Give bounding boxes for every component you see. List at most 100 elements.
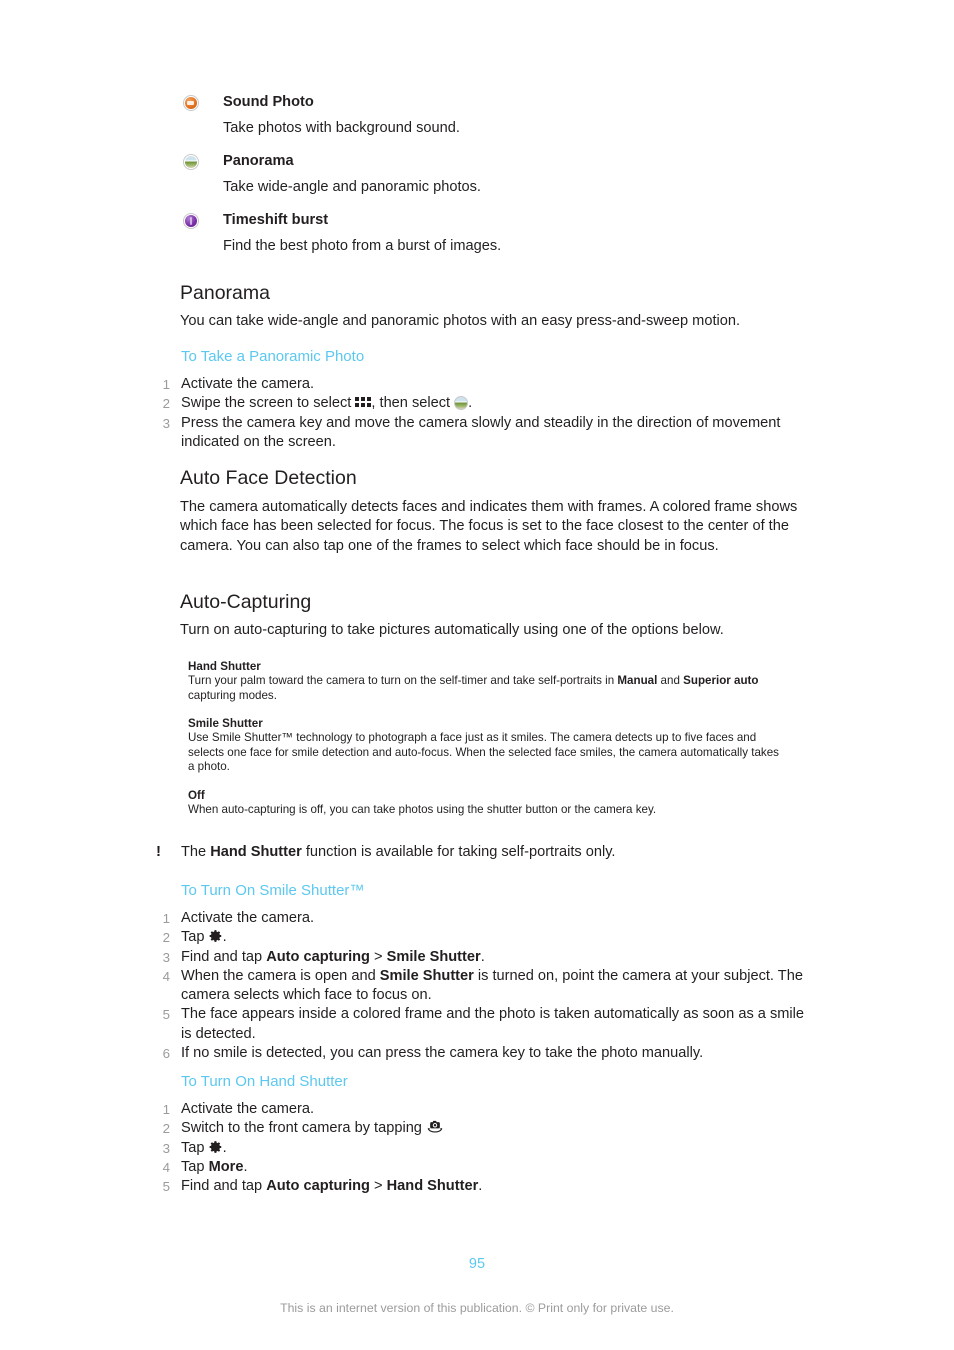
option-title: Hand Shutter (188, 660, 261, 673)
mode-title: Sound Photo (223, 94, 314, 110)
panorama-icon (454, 396, 469, 411)
step-text: If no smile is detected, you can press t… (181, 1045, 704, 1062)
procedure-list-panoramic-photo: 1 Activate the camera. 2 Swipe the scree… (152, 375, 812, 452)
sound-photo-icon (183, 95, 200, 112)
step-text-bold1: Auto capturing (266, 948, 370, 965)
footer-copyright-note: This is an internet version of this publ… (280, 1301, 674, 1315)
step-text-suffix: . (478, 1178, 483, 1195)
step-text: Press the camera key and move the camera… (181, 414, 781, 450)
step-number: 5 (162, 1007, 170, 1023)
step-number: 3 (162, 1140, 170, 1156)
panorama-intro-text: You can take wide-angle and panoramic ph… (180, 313, 741, 329)
step-text-bold1: Auto capturing (266, 1178, 370, 1195)
procedure-list-hand-shutter: 1 Activate the camera. 2 Switch to the f… (152, 1100, 812, 1196)
option-body: Use Smile Shutter™ technology to photogr… (188, 731, 779, 774)
note-prefix: The (181, 844, 211, 860)
document-page: Sound Photo Take photos with background … (0, 0, 954, 1350)
step-text: Activate the camera. (181, 1101, 315, 1117)
auto-face-detection-text: The camera automatically detects faces a… (180, 499, 798, 554)
list-item: 2 Tap . (152, 928, 812, 947)
step-text-middle: , then select (371, 395, 455, 412)
step-number: 3 (162, 949, 170, 965)
step-number: 1 (162, 1102, 170, 1117)
step-number: 6 (162, 1046, 170, 1062)
exclamation-icon: ! (156, 843, 161, 860)
mode-item-panorama: Panorama Take wide-angle and panoramic p… (183, 151, 823, 198)
step-number: 2 (162, 930, 170, 946)
step-text-bold2: Smile Shutter (386, 948, 481, 965)
step-number: 4 (162, 968, 170, 984)
step-number: 5 (162, 1179, 170, 1195)
timeshift-burst-icon (183, 213, 200, 230)
list-item: 1 Activate the camera. (152, 909, 812, 928)
mode-item-sound-photo: Sound Photo Take photos with background … (183, 92, 823, 139)
step-text-suffix: . (468, 395, 473, 412)
step-number: 1 (162, 911, 170, 926)
camera-switch-icon (426, 1120, 444, 1134)
step-text-prefix: Swipe the screen to select (181, 395, 356, 412)
option-smile-shutter: Smile Shutter Use Smile Shutter™ technol… (188, 716, 788, 775)
list-item: 3 Tap . (152, 1139, 812, 1158)
list-item: 1 Activate the camera. (152, 375, 812, 394)
mode-description: Find the best photo from a burst of imag… (223, 238, 502, 254)
step-text-middle: > (369, 948, 387, 965)
option-body-part2: and (657, 674, 684, 687)
list-item: 1 Activate the camera. (152, 1100, 812, 1119)
step-text-suffix: . (222, 929, 227, 946)
auto-capturing-options: Hand Shutter Turn your palm toward the c… (188, 659, 788, 818)
section-heading-auto-capturing: Auto-Capturing (180, 591, 312, 613)
procedure-heading-smile-shutter: To Turn On Smile Shutter™ (181, 882, 365, 899)
step-number: 2 (162, 1121, 170, 1137)
panorama-icon (183, 154, 200, 171)
step-text-middle: > (369, 1178, 387, 1195)
page-number: 95 (468, 1256, 486, 1272)
procedure-list-smile-shutter: 1 Activate the camera. 2 Tap . 3 Find an… (152, 909, 812, 1063)
step-number: 3 (162, 415, 170, 431)
option-body-bold2: Superior auto (683, 674, 759, 687)
note-suffix: function is available for taking self-po… (301, 844, 616, 860)
step-text-suffix: . (222, 1139, 227, 1156)
note-text: The Hand Shutter function is available f… (152, 843, 812, 862)
step-number: 1 (162, 377, 170, 392)
note-callout: ! The Hand Shutter function is available… (152, 843, 812, 862)
mode-title: Timeshift burst (223, 212, 329, 228)
option-body-part3: capturing modes. (188, 688, 277, 702)
step-text: The face appears inside a colored frame … (181, 1006, 805, 1042)
gear-icon (209, 929, 223, 943)
list-item: 6 If no smile is detected, you can press… (152, 1044, 812, 1063)
list-item: 5 The face appears inside a colored fram… (152, 1005, 812, 1044)
mode-description: Take wide-angle and panoramic photos. (223, 179, 481, 195)
mode-item-timeshift-burst: Timeshift burst Find the best photo from… (183, 210, 823, 257)
step-text-prefix: When the camera is open and (181, 967, 380, 984)
step-text-prefix: Tap (181, 929, 209, 946)
option-body: Turn your palm toward the camera to turn… (188, 674, 788, 703)
gear-icon (209, 1140, 223, 1154)
option-body-bold1: Manual (617, 674, 658, 687)
option-title: Off (188, 788, 205, 802)
step-text-suffix: . (480, 948, 485, 965)
step-text-prefix: Switch to the front camera by tapping (181, 1120, 426, 1137)
option-off: Off When auto-capturing is off, you can … (188, 788, 788, 818)
auto-capturing-intro-text: Turn on auto-capturing to take pictures … (180, 622, 724, 638)
step-text: Activate the camera. (181, 376, 315, 392)
step-text-bold1: More (208, 1158, 244, 1175)
section-heading-panorama: Panorama (180, 282, 270, 304)
mode-title: Panorama (223, 153, 294, 169)
step-text-bold2: Hand Shutter (386, 1178, 479, 1195)
list-item: 2 Switch to the front camera by tapping (152, 1119, 812, 1138)
list-item: 5 Find and tap Auto capturing > Hand Shu… (152, 1177, 812, 1196)
step-number: 2 (162, 396, 170, 412)
option-body-part1: Turn your palm toward the camera to turn… (188, 674, 618, 687)
list-item: 4 Tap More. (152, 1158, 812, 1177)
camera-mode-list: Sound Photo Take photos with background … (183, 92, 823, 257)
step-text-prefix: Tap (181, 1158, 209, 1175)
step-text-prefix: Tap (181, 1139, 209, 1156)
option-title: Smile Shutter (188, 717, 263, 731)
note-bold: Hand Shutter (210, 844, 302, 860)
procedure-heading-hand-shutter: To Turn On Hand Shutter (181, 1073, 348, 1090)
step-text-prefix: Find and tap (181, 1178, 267, 1195)
list-item: 3 Press the camera key and move the came… (152, 414, 812, 453)
